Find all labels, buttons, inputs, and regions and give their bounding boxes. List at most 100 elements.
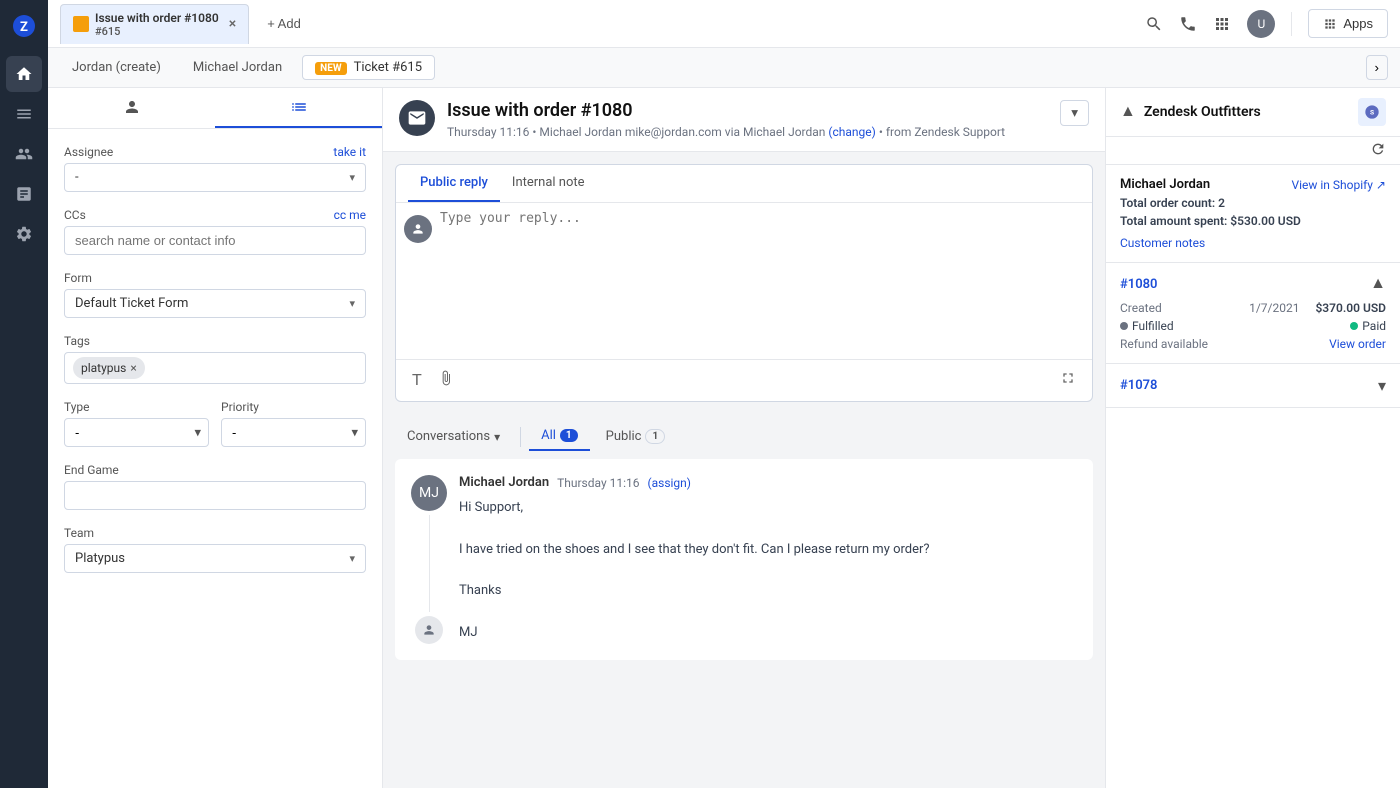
- reply-input-area: [396, 203, 1092, 359]
- take-it-link[interactable]: take it: [333, 145, 366, 159]
- conv-public-badge: 1: [645, 429, 665, 444]
- assign-link[interactable]: (assign): [647, 476, 690, 490]
- sub-tab-ticket-615[interactable]: NEW Ticket #615: [302, 55, 435, 80]
- expand-button[interactable]: [1056, 366, 1080, 395]
- refresh-button[interactable]: [1370, 141, 1386, 160]
- team-chevron: ▾: [349, 552, 355, 565]
- order-1080-collapse-button[interactable]: ▲: [1370, 275, 1386, 293]
- active-tab[interactable]: Issue with order #1080 #615 ×: [60, 4, 249, 44]
- fulfilled-dot: [1120, 322, 1128, 330]
- customer-notes-link[interactable]: Customer notes: [1120, 236, 1386, 250]
- conv-tab-public[interactable]: Public 1: [594, 423, 678, 450]
- view-in-shopify-link[interactable]: View in Shopify ↗: [1291, 178, 1386, 192]
- type-select[interactable]: -: [64, 418, 209, 447]
- order-1080-created-label: Created: [1120, 301, 1162, 315]
- view-order-link[interactable]: View order: [1329, 337, 1386, 351]
- sub-tab-michael-jordan[interactable]: Michael Jordan: [181, 56, 294, 79]
- type-priority-row: Type - ▾ Priority: [64, 400, 366, 463]
- form-field: Form Default Ticket Form ▾: [64, 271, 366, 318]
- reply-textarea[interactable]: [440, 211, 1084, 351]
- right-panel-collapse-button[interactable]: ▲: [1120, 103, 1136, 121]
- end-game-input[interactable]: [64, 481, 366, 510]
- home-icon[interactable]: [6, 56, 42, 92]
- message-time: Thursday 11:16: [557, 476, 639, 490]
- message-author: Michael Jordan: [459, 475, 549, 490]
- conv-tab-conversations[interactable]: Conversations ▾: [395, 423, 512, 450]
- change-link[interactable]: (change): [828, 125, 875, 139]
- text-format-button[interactable]: T: [408, 368, 426, 394]
- conv-tabs: Conversations ▾ All 1 Public 1: [395, 414, 1093, 459]
- ticket-title: Issue with order #1080: [447, 100, 1005, 121]
- left-panel-body: Assignee take it - ▾ CCs cc me: [48, 129, 382, 605]
- settings-icon[interactable]: [6, 216, 42, 252]
- tab-close-button[interactable]: ×: [229, 16, 236, 32]
- order-1078-section[interactable]: #1078 ▾: [1106, 364, 1400, 408]
- new-badge: NEW: [315, 62, 346, 75]
- tags-container[interactable]: platypus ×: [64, 352, 366, 384]
- refresh-row: [1106, 137, 1400, 165]
- ccs-input[interactable]: [64, 226, 366, 255]
- cc-me-link[interactable]: cc me: [334, 208, 366, 222]
- order-1078-id[interactable]: #1078: [1120, 378, 1157, 393]
- end-game-label: End Game: [64, 463, 366, 477]
- reports-icon[interactable]: [6, 176, 42, 212]
- ticket-dropdown-button[interactable]: ▾: [1060, 100, 1089, 126]
- assignee-field: Assignee take it - ▾: [64, 145, 366, 192]
- order-1080-header: #1080 ▲: [1120, 275, 1386, 293]
- search-icon[interactable]: [1145, 15, 1163, 33]
- reply-tab-internal[interactable]: Internal note: [500, 165, 597, 202]
- left-panel-tabs: [48, 88, 382, 129]
- svg-text:Z: Z: [20, 20, 28, 35]
- panel-tab-list[interactable]: [215, 88, 382, 128]
- add-tab-button[interactable]: + Add: [257, 12, 311, 35]
- right-panel: ▲ Zendesk Outfitters S Michae: [1105, 88, 1400, 788]
- main-content: Issue with order #1080 Thursday 11:16 • …: [383, 88, 1105, 788]
- reply-area: Public reply Internal note T: [395, 164, 1093, 402]
- team-select[interactable]: Platypus ▾: [64, 544, 366, 573]
- message-body: Hi Support, I have tried on the shoes an…: [459, 498, 1077, 644]
- order-1078-expand-icon: ▾: [1378, 376, 1386, 395]
- team-field: Team Platypus ▾: [64, 526, 366, 573]
- apps-button[interactable]: Apps: [1308, 9, 1388, 38]
- type-field: Type - ▾: [64, 400, 209, 447]
- panel-tab-person[interactable]: [48, 88, 215, 128]
- priority-select-wrapper: - ▾: [221, 418, 366, 447]
- attachment-button[interactable]: [434, 366, 458, 395]
- assignee-select[interactable]: - ▾: [64, 163, 366, 192]
- conv-tab-all[interactable]: All 1: [529, 422, 590, 451]
- total-amount-spent: Total amount spent: $530.00 USD: [1120, 214, 1386, 228]
- phone-icon[interactable]: [1179, 15, 1197, 33]
- tab-subtitle: #615: [95, 25, 219, 38]
- contacts-icon[interactable]: [6, 136, 42, 172]
- tags-label: Tags: [64, 334, 366, 348]
- user-avatar[interactable]: U: [1247, 10, 1275, 38]
- tab-title-block: Issue with order #1080 #615: [95, 11, 219, 38]
- grid-icon[interactable]: [1213, 15, 1231, 33]
- views-icon[interactable]: [6, 96, 42, 132]
- tag-platypus: platypus ×: [73, 357, 145, 379]
- sub-nav-arrow[interactable]: ›: [1366, 55, 1388, 80]
- order-1080-amount: $370.00 USD: [1315, 301, 1386, 315]
- reply-tab-public[interactable]: Public reply: [408, 165, 500, 202]
- priority-select[interactable]: -: [221, 418, 366, 447]
- ticket-header: Issue with order #1080 Thursday 11:16 • …: [383, 88, 1105, 152]
- type-select-wrapper: - ▾: [64, 418, 209, 447]
- conv-all-badge: 1: [560, 429, 578, 442]
- tags-field: Tags platypus ×: [64, 334, 366, 384]
- paid-dot: [1350, 322, 1358, 330]
- form-select[interactable]: Default Ticket Form ▾: [64, 289, 366, 318]
- order-1080-id[interactable]: #1080: [1120, 277, 1157, 292]
- svg-text:S: S: [1370, 109, 1374, 117]
- conv-tab-dropdown-icon: ▾: [494, 430, 500, 444]
- left-navigation: Z: [0, 0, 48, 788]
- app-logo: Z: [6, 8, 42, 44]
- order-1080-created-date: 1/7/2021: [1249, 301, 1299, 315]
- order-1080-created-row: Created 1/7/2021 $370.00 USD: [1120, 301, 1386, 315]
- message-header: Michael Jordan Thursday 11:16 (assign): [459, 475, 1077, 490]
- tag-remove-platypus[interactable]: ×: [130, 361, 136, 375]
- apps-label: Apps: [1343, 16, 1373, 31]
- priority-field: Priority - ▾: [221, 400, 366, 447]
- reply-tabs: Public reply Internal note: [396, 165, 1092, 203]
- ccs-label: CCs cc me: [64, 208, 366, 222]
- sub-tab-jordan-create[interactable]: Jordan (create): [60, 56, 173, 79]
